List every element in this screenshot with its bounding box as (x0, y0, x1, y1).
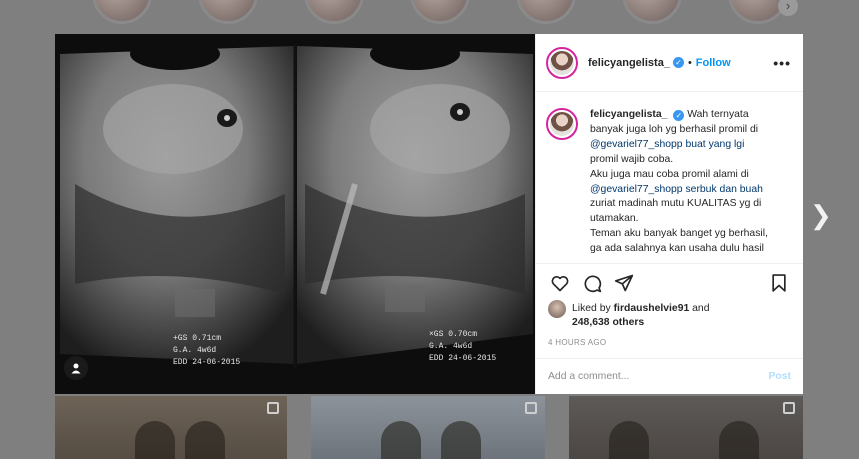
grid-thumbnail (55, 396, 287, 459)
follow-button[interactable]: Follow (696, 57, 731, 69)
caption-line: ga ada salahnya kan usaha dulu hasil (590, 243, 764, 255)
bookmark-icon[interactable] (767, 271, 791, 295)
username-link[interactable]: felicyangelista_ (588, 57, 670, 69)
caption-line: Teman aku banyak banget yg berhasil, (590, 228, 768, 240)
post-modal: +GS 0.71cm G.A. 4w6d EDD 24-06-2015 ×GS … (55, 34, 803, 394)
caption-line: utamakan. (590, 213, 639, 225)
verified-icon: ✓ (672, 57, 684, 68)
liked-by-user[interactable]: firdaushelvie91 (614, 303, 690, 314)
mention-link[interactable]: @gevariel77_shopp buat yang lgi (590, 139, 744, 150)
ultrasound-label: ×GS 0.70cm (429, 330, 477, 339)
multiple-posts-icon (267, 402, 279, 414)
avatar[interactable] (546, 46, 578, 79)
liked-by-and: and (692, 303, 710, 314)
caption-line: Wah ternyata (687, 109, 749, 120)
liker-avatar (548, 300, 566, 318)
user-tag-icon[interactable] (64, 356, 88, 380)
caption-line: zuriat madinah mutu KUALITAS yg di (590, 198, 762, 210)
likes-count[interactable]: 248,638 others (572, 317, 644, 328)
caption-area[interactable]: felicyangelista_ ✓ Wah ternyata banyak j… (536, 92, 803, 264)
multiple-posts-icon (783, 402, 795, 414)
caption-username[interactable]: felicyangelista_ (590, 109, 667, 120)
caption-line: banyak juga loh yg berhasil promil di (590, 123, 759, 135)
ultrasound-label: G.A. 4w6d (173, 346, 216, 355)
post-timestamp[interactable]: 4 HOURS AGO (536, 330, 803, 347)
comment-input[interactable]: Add a comment... (548, 371, 768, 382)
grid-thumbnail (311, 396, 545, 459)
multiple-posts-icon (525, 402, 537, 414)
post-sidebar: felicyangelista_ ✓ • Follow ••• felicyan… (535, 34, 803, 394)
mention-link[interactable]: @gevariel77_shopp serbuk dan buah (590, 184, 763, 195)
grid-thumbnail (569, 396, 803, 459)
ultrasound-label: EDD 24-06-2015 (429, 354, 496, 363)
separator-dot: • (687, 56, 692, 69)
verified-icon: ✓ (673, 110, 685, 121)
more-options-icon[interactable]: ••• (773, 55, 791, 71)
caption-line: Aku juga mau coba promil alami di (590, 168, 749, 180)
ultrasound-label: +GS 0.71cm (173, 334, 221, 343)
caption-line: promil wajib coba. (590, 153, 674, 165)
avatar[interactable] (546, 108, 578, 140)
heart-icon[interactable] (548, 271, 572, 295)
comment-icon[interactable] (580, 271, 604, 295)
post-image: +GS 0.71cm G.A. 4w6d EDD 24-06-2015 ×GS … (55, 34, 535, 394)
ultrasound-label: EDD 24-06-2015 (173, 358, 240, 367)
action-bar (536, 264, 803, 302)
post-header: felicyangelista_ ✓ • Follow ••• (536, 34, 803, 92)
ultrasound-label: G.A. 4w6d (429, 342, 472, 351)
post-comment-button[interactable]: Post (768, 371, 791, 382)
chevron-right-icon[interactable]: ❯ (810, 202, 832, 228)
share-icon[interactable] (612, 271, 636, 295)
liked-by-prefix: Liked by (572, 303, 611, 314)
caption-text: felicyangelista_ ✓ Wah ternyata banyak j… (590, 108, 791, 263)
likes-summary[interactable]: Liked by firdaushelvie91 and 248,638 oth… (536, 300, 803, 330)
comment-form: Add a comment... Post (536, 358, 803, 394)
